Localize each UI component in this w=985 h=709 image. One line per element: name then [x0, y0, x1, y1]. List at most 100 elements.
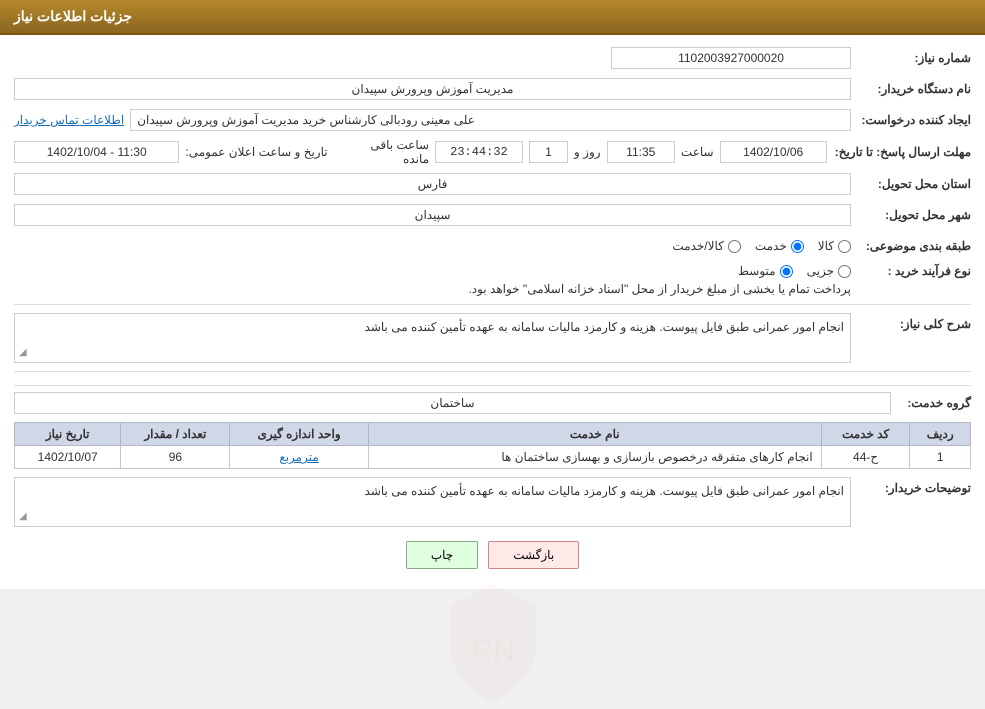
purchase-type-radio-motavasset-label: متوسط — [738, 264, 776, 278]
services-table-head: ردیف کد خدمت نام خدمت واحد اندازه گیری ت… — [15, 423, 971, 446]
need-number-label: شماره نیاز: — [851, 51, 971, 65]
purchase-type-radio-motavasset[interactable]: متوسط — [738, 264, 793, 278]
service-group-label: گروه خدمت: — [891, 396, 971, 410]
page-title: جزئیات اطلاعات نیاز — [14, 8, 132, 24]
button-group: بازگشت چاپ — [14, 541, 971, 569]
service-group-value: ساختمان — [430, 396, 474, 410]
purchase-type-radio-motavasset-input[interactable] — [780, 265, 793, 278]
services-table: ردیف کد خدمت نام خدمت واحد اندازه گیری ت… — [14, 422, 971, 469]
cell-date-1: 1402/10/07 — [15, 446, 121, 469]
delivery-province-label: استان محل تحویل: — [851, 177, 971, 191]
deadline-date-value: 1402/10/06 — [743, 145, 803, 159]
general-desc-label: شرح کلی نیاز: — [851, 313, 971, 331]
page-header: جزئیات اطلاعات نیاز — [0, 0, 985, 35]
service-group-row: گروه خدمت: ساختمان — [14, 392, 971, 414]
purchase-type-radio-jozi-label: جزیی — [807, 264, 834, 278]
cell-qty-1: 96 — [121, 446, 230, 469]
category-label: طبقه بندی موضوعی: — [851, 239, 971, 253]
requester-label: ایجاد کننده درخواست: — [851, 113, 971, 127]
buyer-org-value-cell: مدیریت آموزش وپرورش سپیدان — [14, 78, 851, 100]
need-number-row: شماره نیاز: 1102003927000020 — [14, 45, 971, 71]
buyer-notes-text: انجام امور عمرانی طبق فایل پیوست. هزینه … — [365, 484, 844, 498]
table-row: 1 ح-44 انجام کارهای متفرقه درخصوص بازساز… — [15, 446, 971, 469]
announce-date-value: 1402/10/04 - 11:30 — [47, 145, 147, 159]
content-area: شماره نیاز: 1102003927000020 نام دستگاه … — [0, 35, 985, 589]
cell-row-1: 1 — [910, 446, 971, 469]
remaining-label: ساعت باقی مانده — [344, 138, 429, 166]
delivery-province-value: فارس — [418, 177, 448, 191]
category-radio-kala-khedmat-input[interactable] — [728, 240, 741, 253]
purchase-type-label: نوع فرآیند خرید : — [851, 264, 971, 278]
col-header-row: ردیف — [910, 423, 971, 446]
category-radio-kala-input[interactable] — [838, 240, 851, 253]
col-header-qty: تعداد / مقدار — [121, 423, 230, 446]
category-radio-kala-khedmat-label: کالا/خدمت — [672, 239, 723, 253]
requester-contact-link[interactable]: اطلاعات تماس خریدار — [14, 113, 124, 127]
delivery-city-row: شهر محل تحویل: سپیدان — [14, 202, 971, 228]
day-label: روز و — [574, 145, 601, 159]
services-table-header-row: ردیف کد خدمت نام خدمت واحد اندازه گیری ت… — [15, 423, 971, 446]
purchase-type-notice: پرداخت تمام یا بخشی از مبلغ خریدار از مح… — [468, 282, 851, 296]
services-table-body: 1 ح-44 انجام کارهای متفرقه درخصوص بازساز… — [15, 446, 971, 469]
requester-value-cell: علی معینی رودبالی کارشناس خرید مدیریت آم… — [14, 109, 851, 131]
general-desc-box: انجام امور عمرانی طبق فایل پیوست. هزینه … — [14, 313, 851, 363]
cell-unit-1[interactable]: مترمربع — [230, 446, 368, 469]
deadline-value-cell: 1402/10/06 ساعت 11:35 روز و 1 23:44:32 س… — [14, 138, 827, 166]
buyer-org-row: نام دستگاه خریدار: مدیریت آموزش وپرورش س… — [14, 76, 971, 102]
delivery-province-value-cell: فارس — [14, 173, 851, 195]
requester-value: علی معینی رودبالی کارشناس خرید مدیریت آم… — [137, 113, 475, 127]
deadline-row: مهلت ارسال پاسخ: تا تاریخ: 1402/10/06 سا… — [14, 138, 971, 166]
col-header-code: کد خدمت — [821, 423, 910, 446]
purchase-type-radio-group: جزیی متوسط — [738, 264, 851, 278]
cell-code-1: ح-44 — [821, 446, 910, 469]
need-number-value: 1102003927000020 — [678, 51, 784, 65]
category-radio-khedmat[interactable]: خدمت — [755, 239, 804, 253]
category-radio-kala-khedmat[interactable]: کالا/خدمت — [672, 239, 740, 253]
col-header-date: تاریخ نیاز — [15, 423, 121, 446]
services-section-title — [14, 382, 971, 386]
category-radio-khedmat-input[interactable] — [791, 240, 804, 253]
col-header-unit: واحد اندازه گیری — [230, 423, 368, 446]
cell-name-1: انجام کارهای متفرقه درخصوص بازسازی و بهس… — [368, 446, 821, 469]
buyer-org-value: مدیریت آموزش وپرورش سپیدان — [352, 82, 514, 96]
purchase-type-radio-jozi-input[interactable] — [838, 265, 851, 278]
divider-1 — [14, 304, 971, 305]
category-radio-kala[interactable]: کالا — [818, 239, 851, 253]
deadline-days-value: 1 — [545, 145, 552, 159]
buyer-notes-resize-icon: ◢ — [19, 511, 27, 522]
category-radio-group: کالا خدمت کالا/خدمت — [14, 239, 851, 253]
delivery-city-label: شهر محل تحویل: — [851, 208, 971, 222]
purchase-type-radio-jozi[interactable]: جزیی — [807, 264, 851, 278]
svg-text:RN: RN — [471, 634, 515, 667]
purchase-type-value-cell: جزیی متوسط پرداخت تمام یا بخشی از مبلغ خ… — [14, 264, 851, 296]
divider-2 — [14, 371, 971, 372]
watermark-shield: RN — [428, 579, 558, 709]
category-radio-khedmat-label: خدمت — [755, 239, 787, 253]
print-button[interactable]: چاپ — [406, 541, 478, 569]
page-wrapper: جزئیات اطلاعات نیاز شماره نیاز: 11020039… — [0, 0, 985, 589]
general-desc-row: شرح کلی نیاز: انجام امور عمرانی طبق فایل… — [14, 313, 971, 363]
general-desc-container: انجام امور عمرانی طبق فایل پیوست. هزینه … — [14, 313, 851, 363]
need-number-value-cell: 1102003927000020 — [14, 47, 851, 69]
purchase-type-row: نوع فرآیند خرید : جزیی متوسط پرداخت تمام… — [14, 264, 971, 296]
requester-row: ایجاد کننده درخواست: علی معینی رودبالی ک… — [14, 107, 971, 133]
desc-resize-icon: ◢ — [19, 347, 27, 358]
col-header-name: نام خدمت — [368, 423, 821, 446]
delivery-city-value-cell: سپیدان — [14, 204, 851, 226]
buyer-notes-label: توضیحات خریدار: — [851, 477, 971, 495]
buyer-notes-row: توضیحات خریدار: انجام امور عمرانی طبق فا… — [14, 477, 971, 527]
category-radio-kala-label: کالا — [818, 239, 834, 253]
category-row: طبقه بندی موضوعی: کالا خدمت کالا/خدمت — [14, 233, 971, 259]
buyer-notes-box: انجام امور عمرانی طبق فایل پیوست. هزینه … — [14, 477, 851, 527]
service-group-value-box: ساختمان — [14, 392, 891, 414]
delivery-city-value: سپیدان — [415, 208, 451, 222]
buyer-org-label: نام دستگاه خریدار: — [851, 82, 971, 96]
delivery-province-row: استان محل تحویل: فارس — [14, 171, 971, 197]
deadline-label: مهلت ارسال پاسخ: تا تاریخ: — [827, 145, 971, 159]
buyer-notes-container: انجام امور عمرانی طبق فایل پیوست. هزینه … — [14, 477, 851, 527]
deadline-time-value: 11:35 — [626, 145, 655, 159]
countdown-value: 23:44:32 — [450, 145, 508, 159]
announce-date-label-text: تاریخ و ساعت اعلان عمومی: — [185, 145, 327, 159]
hour-label: ساعت — [681, 145, 714, 159]
back-button[interactable]: بازگشت — [488, 541, 579, 569]
